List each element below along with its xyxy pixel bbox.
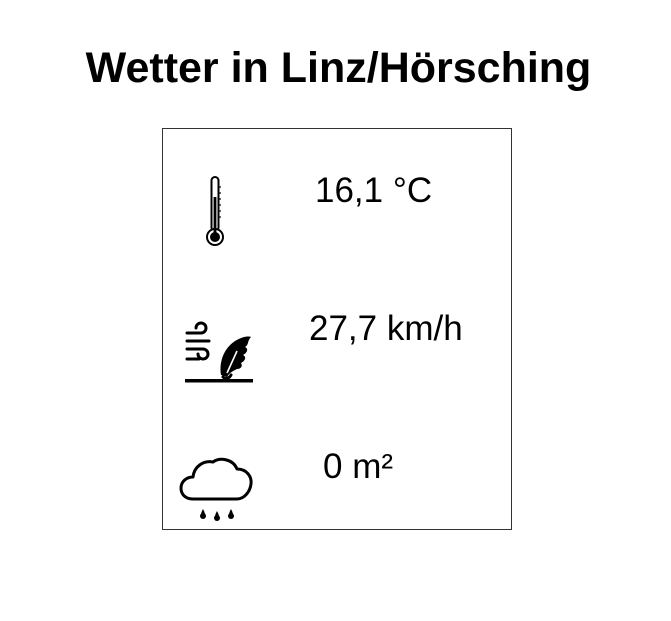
thermometer-icon <box>206 176 224 246</box>
wind-icon <box>185 321 253 383</box>
rain-cloud-icon <box>179 457 253 521</box>
temperature-value: 16,1 °C <box>315 171 433 210</box>
precipitation-value: 0 m² <box>323 447 393 486</box>
page-title: Wetter in Linz/Hörsching <box>85 44 592 92</box>
weather-card: 16,1 °C 27,7 km/h 0 m² <box>162 128 512 530</box>
wind-value: 27,7 km/h <box>309 309 463 348</box>
